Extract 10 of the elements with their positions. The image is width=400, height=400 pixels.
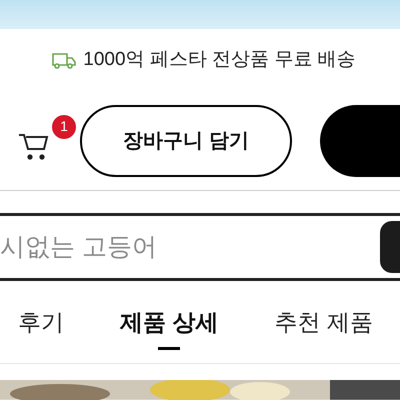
tab[interactable]: 제품 상세 (120, 300, 218, 344)
add-to-cart-button[interactable]: 장바구니 담기 (80, 104, 292, 177)
tab-underline (158, 347, 180, 350)
truck-icon (52, 52, 78, 69)
tab[interactable]: 추천 제품 (274, 300, 373, 344)
free-shipping-text: 1000억 페스타 전상품 무료 배송 (83, 48, 356, 72)
buy-button[interactable] (320, 104, 400, 177)
cart-count-badge: 1 (52, 114, 76, 139)
search-button[interactable] (380, 221, 400, 274)
tab[interactable]: 후기 (18, 300, 64, 344)
